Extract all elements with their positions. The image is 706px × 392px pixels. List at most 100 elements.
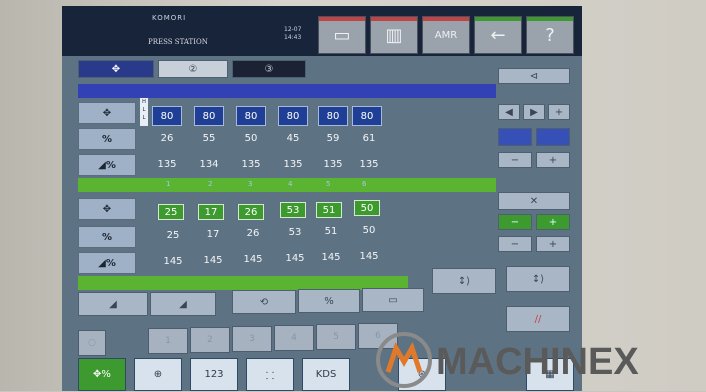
section2-value-1[interactable]: 25 [158, 204, 184, 220]
transfer-out-icon: ↕⟩ [531, 273, 545, 285]
tab-unit-control[interactable]: ✥ [78, 60, 154, 78]
section1-plus-button[interactable]: + [536, 152, 570, 168]
section1-value-2[interactable]: 80 [194, 106, 224, 126]
section2-value-5[interactable]: 51 [316, 202, 342, 218]
station-title: PRESS STATION [148, 38, 208, 46]
row-icon-ratio: ◢% [78, 154, 136, 176]
section2-value-6[interactable]: 50 [354, 200, 380, 216]
unit-number-3: 3 [248, 180, 253, 188]
cycle-icon: ⟲ [259, 296, 269, 308]
clipboard-button[interactable]: ▥ [370, 16, 418, 54]
plus-icon-2: + [548, 154, 558, 166]
percent-button[interactable]: % [298, 289, 360, 313]
folder-button[interactable]: ▭ [318, 16, 366, 54]
row-icon-percent: % [78, 128, 136, 150]
step-right-button[interactable]: + [548, 104, 570, 120]
section2-value-2[interactable]: 17 [198, 204, 224, 220]
section2-minus-button[interactable]: − [498, 236, 532, 252]
help-label: ? [545, 24, 555, 46]
tab-2-label: ② [188, 63, 198, 75]
unit-number-6: 6 [362, 180, 367, 188]
slash-icon: // [534, 313, 542, 325]
tab-register[interactable]: ⊕ [134, 358, 182, 391]
blue-right-button[interactable] [536, 128, 570, 146]
unit-button-3[interactable]: 3 [232, 326, 272, 352]
amr-label: AMR [434, 29, 458, 41]
unit-button-5[interactable]: 5 [316, 324, 356, 350]
section2-percent-6: 50 [362, 225, 376, 236]
section2-ratio-5: 145 [321, 252, 341, 263]
close-icon: ✕ [529, 195, 539, 207]
section2-percent-2: 17 [206, 229, 220, 240]
section1-value-5[interactable]: 80 [318, 106, 348, 126]
plus-icon-3: + [548, 216, 558, 228]
reset-button[interactable]: ○ [78, 330, 106, 356]
brand-logo: KOMORI [152, 14, 187, 22]
tab-2[interactable]: ② [158, 60, 228, 78]
section1-value-6[interactable]: 80 [352, 106, 382, 126]
window-icon: ▭ [388, 294, 398, 306]
section1-ratio-4: 135 [283, 159, 303, 170]
transfer-in-button[interactable]: ↕⟩ [432, 268, 496, 294]
section1-value-1[interactable]: 80 [152, 106, 182, 126]
tab-counter[interactable]: 123 [190, 358, 238, 391]
section2-ratio-6: 145 [359, 251, 379, 262]
green-minus-button[interactable]: − [498, 214, 532, 230]
section2-value-3[interactable]: 26 [238, 204, 264, 220]
ramp-up-button[interactable]: ◢ [150, 292, 216, 316]
date-time: 12-07 14:43 [284, 26, 301, 42]
amr-button[interactable]: AMR [422, 16, 470, 54]
unit-button-1[interactable]: 1 [148, 328, 188, 354]
ramp-down-button[interactable]: ◢ [78, 292, 148, 316]
section1-minus-button[interactable]: − [498, 152, 532, 168]
tab-spray[interactable]: ⸬ [246, 358, 294, 391]
window-button[interactable]: ▭ [362, 288, 424, 312]
folder-icon: ▭ [333, 24, 351, 46]
section2-plus-button[interactable]: + [536, 236, 570, 252]
section1-value-3[interactable]: 80 [236, 106, 266, 126]
tab-kds[interactable]: KDS [302, 358, 350, 391]
circle-icon: ○ [88, 338, 96, 348]
ramp-icon: ◢ [109, 298, 117, 310]
row-icon-position: ✥ [78, 102, 136, 124]
green-plus-button[interactable]: + [536, 214, 570, 230]
unit-number-5: 5 [326, 180, 331, 188]
back-arrow-icon: ← [490, 24, 506, 46]
row-icon-position-2: ✥ [78, 198, 136, 220]
section1-ratio-3: 135 [241, 159, 261, 170]
section2-band [78, 178, 496, 192]
section2-ratio-4: 145 [285, 253, 305, 264]
section1-percent-5: 59 [326, 133, 340, 144]
minus-icon-2: − [510, 216, 520, 228]
section1-percent-3: 50 [244, 133, 258, 144]
blue-left-button[interactable] [498, 128, 532, 146]
watermark-graphic: MACHINEX [376, 332, 639, 388]
section2-value-4[interactable]: 53 [280, 202, 306, 218]
unit-button-2[interactable]: 2 [190, 327, 230, 353]
step-mid-button[interactable]: ▶ [523, 104, 545, 120]
section1-ratio-1: 135 [157, 159, 177, 170]
unit-button-4[interactable]: 4 [274, 325, 314, 351]
section2-percent-5: 51 [324, 226, 338, 237]
section1-value-4[interactable]: 80 [278, 106, 308, 126]
tab-unit-adjust[interactable]: ✥% [78, 358, 126, 391]
percent-icon: % [324, 295, 334, 307]
section2-percent-4: 53 [288, 227, 302, 238]
step-left-button[interactable]: ◀ [498, 104, 520, 120]
close-button[interactable]: ✕ [498, 192, 570, 210]
header-bar: KOMORI PRESS STATION 12-07 14:43 ▭ ▥ AMR… [62, 6, 582, 56]
help-button[interactable]: ? [526, 16, 574, 54]
ramp-up-icon: ◢ [179, 298, 187, 310]
cycle-button[interactable]: ⟲ [232, 290, 296, 314]
back-button[interactable]: ← [474, 16, 522, 54]
tab-3[interactable]: ③ [232, 60, 306, 78]
unit-number-1: 1 [166, 180, 171, 188]
clear-button[interactable]: // [506, 306, 570, 332]
plus-icon-4: + [548, 238, 558, 250]
section1-percent-2: 55 [202, 133, 216, 144]
time-text: 14:43 [284, 34, 302, 41]
speaker-icon: ⊲ [529, 70, 539, 82]
section1-ratio-2: 134 [199, 159, 219, 170]
transfer-out-button[interactable]: ↕⟩ [506, 266, 570, 292]
speaker-button[interactable]: ⊲ [498, 68, 570, 84]
